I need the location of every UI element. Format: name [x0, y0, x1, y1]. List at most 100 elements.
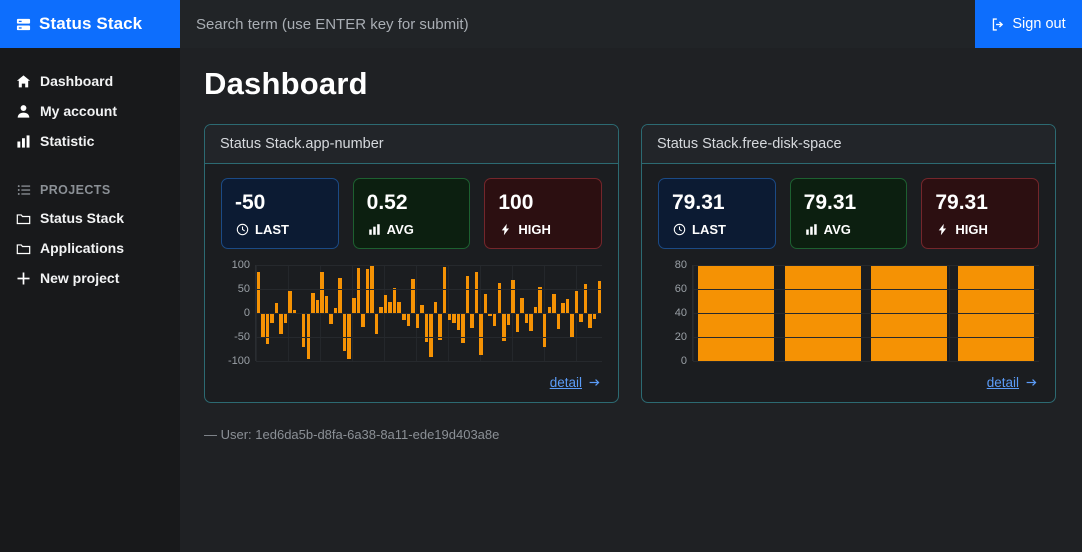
bar-rect	[433, 301, 438, 314]
bar-rect	[429, 313, 433, 358]
card-title: Status Stack.free-disk-space	[642, 125, 1055, 164]
sidebar-item-label: Dashboard	[40, 73, 114, 89]
bar-rect	[492, 313, 497, 326]
y-axis-tick: 50	[237, 283, 250, 296]
bar-rect	[324, 296, 329, 314]
detail-link[interactable]: detail	[550, 375, 602, 390]
sidebar-item-project-status-stack[interactable]: Status Stack	[0, 203, 180, 233]
y-axis-tick: 40	[674, 307, 687, 320]
detail-link[interactable]: detail	[987, 375, 1039, 390]
grid-line	[693, 289, 1039, 291]
bar-rect	[570, 313, 574, 339]
card-footer: detail	[642, 371, 1055, 402]
bar-rect	[524, 313, 529, 323]
sidebar-item-my-account[interactable]: My account	[0, 96, 180, 126]
sign-out-button[interactable]: Sign out	[975, 0, 1082, 48]
bar-rect	[497, 282, 501, 314]
chart-plot-area	[692, 265, 1039, 363]
bar-rect	[511, 279, 515, 314]
bolt-icon	[498, 222, 513, 237]
bar-rect	[265, 313, 270, 345]
bar-rect	[365, 268, 370, 314]
bar-rect	[288, 290, 292, 314]
bar-rect	[342, 313, 347, 351]
bar-rect	[274, 302, 279, 314]
bar-rect	[338, 278, 342, 314]
stat-label-row: AVG	[367, 222, 457, 237]
bar-rect	[256, 272, 261, 314]
stat-label-row: LAST	[235, 222, 325, 237]
bar-rect	[392, 288, 397, 314]
bar-rect	[356, 267, 361, 314]
y-axis-tick: 0	[243, 307, 250, 320]
bar-rect	[279, 313, 283, 334]
stat-high: 79.31 HIGH	[921, 178, 1040, 250]
stat-last: 79.31 LAST	[658, 178, 776, 250]
detail-label: detail	[986, 375, 1019, 391]
y-axis-tick: -100	[227, 355, 250, 368]
stat-high: 100 HIGH	[484, 178, 603, 250]
grid-line	[256, 361, 602, 363]
bar-rect	[579, 313, 583, 322]
topbar: Sign out	[180, 0, 1082, 48]
main-area: Sign out Dashboard Status Stack.app-numb…	[180, 0, 1082, 552]
sidebar-item-label: Statistic	[40, 133, 95, 149]
sidebar: Status Stack Dashboard My account Statis…	[0, 0, 180, 552]
card-body: -50 LAST 0.52 AVG 100 HIGH 100 50 0 -50 …	[205, 164, 618, 371]
sign-out-label: Sign out	[1012, 16, 1066, 32]
sign-out-icon	[991, 17, 1006, 32]
bar-rect	[388, 301, 392, 314]
sidebar-item-label: Applications	[40, 240, 125, 256]
arrow-right-icon	[587, 375, 602, 390]
list-icon	[16, 182, 31, 197]
clock-icon	[235, 222, 250, 237]
sidebar-nav: Dashboard My account Statistic PROJECTS …	[0, 48, 180, 293]
metric-card-free-disk-space: Status Stack.free-disk-space 79.31 LAST …	[641, 124, 1056, 404]
chart-y-axis: 100 50 0 -50 -100	[221, 259, 255, 367]
plus-icon	[16, 271, 31, 286]
bar-rect	[352, 298, 356, 314]
detail-label: detail	[549, 375, 582, 391]
sidebar-item-project-applications[interactable]: Applications	[0, 233, 180, 263]
folder-icon	[16, 241, 31, 256]
stat-value: 79.31	[935, 191, 988, 214]
bar-rect	[311, 292, 315, 314]
y-axis-tick: 60	[674, 283, 687, 296]
user-icon	[16, 104, 31, 119]
bar-rect	[538, 286, 542, 314]
stat-group: 79.31 LAST 79.31 AVG 79.31 HIGH	[658, 178, 1040, 250]
stat-value: 79.31	[803, 191, 857, 214]
bar-rect	[461, 313, 465, 343]
grid-line	[693, 265, 1039, 267]
bar-chart-icon	[367, 222, 382, 237]
stat-value: 100	[498, 191, 534, 214]
bar-rect	[329, 313, 333, 324]
bar-rect	[542, 313, 547, 347]
bar-rect	[397, 302, 401, 314]
sidebar-section-label: PROJECTS	[40, 182, 111, 197]
stat-label: AVG	[823, 222, 851, 238]
sidebar-item-new-project[interactable]: New project	[0, 263, 180, 293]
stat-last: -50 LAST	[221, 178, 339, 250]
stat-group: -50 LAST 0.52 AVG 100 HIGH	[221, 178, 603, 250]
card-title: Status Stack.app-number	[205, 125, 618, 164]
bar-rect	[479, 313, 483, 356]
chart-y-axis: 80 60 40 20 0	[658, 259, 692, 367]
search-input[interactable]	[180, 0, 975, 48]
sidebar-item-label: New project	[40, 270, 120, 286]
stat-label-row: HIGH	[935, 222, 1025, 237]
chart-free-disk-space: 80 60 40 20 0	[658, 259, 1039, 367]
bar-rect	[529, 313, 533, 332]
grid-line	[693, 313, 1039, 315]
bar-rect	[597, 281, 602, 314]
bar-rect	[565, 298, 570, 314]
stat-value: -50	[235, 191, 266, 214]
sidebar-item-statistic[interactable]: Statistic	[0, 126, 180, 156]
bar-rect	[447, 313, 451, 320]
bar-rect	[588, 313, 592, 328]
brand-logo[interactable]: Status Stack	[0, 0, 180, 48]
sidebar-item-dashboard[interactable]: Dashboard	[0, 66, 180, 96]
stat-label: HIGH	[518, 222, 551, 238]
footer-user-note: — User: 1ed6da5b-d8fa-6a38-8a11-ede19d40…	[204, 427, 500, 443]
bar-rect	[561, 302, 565, 314]
